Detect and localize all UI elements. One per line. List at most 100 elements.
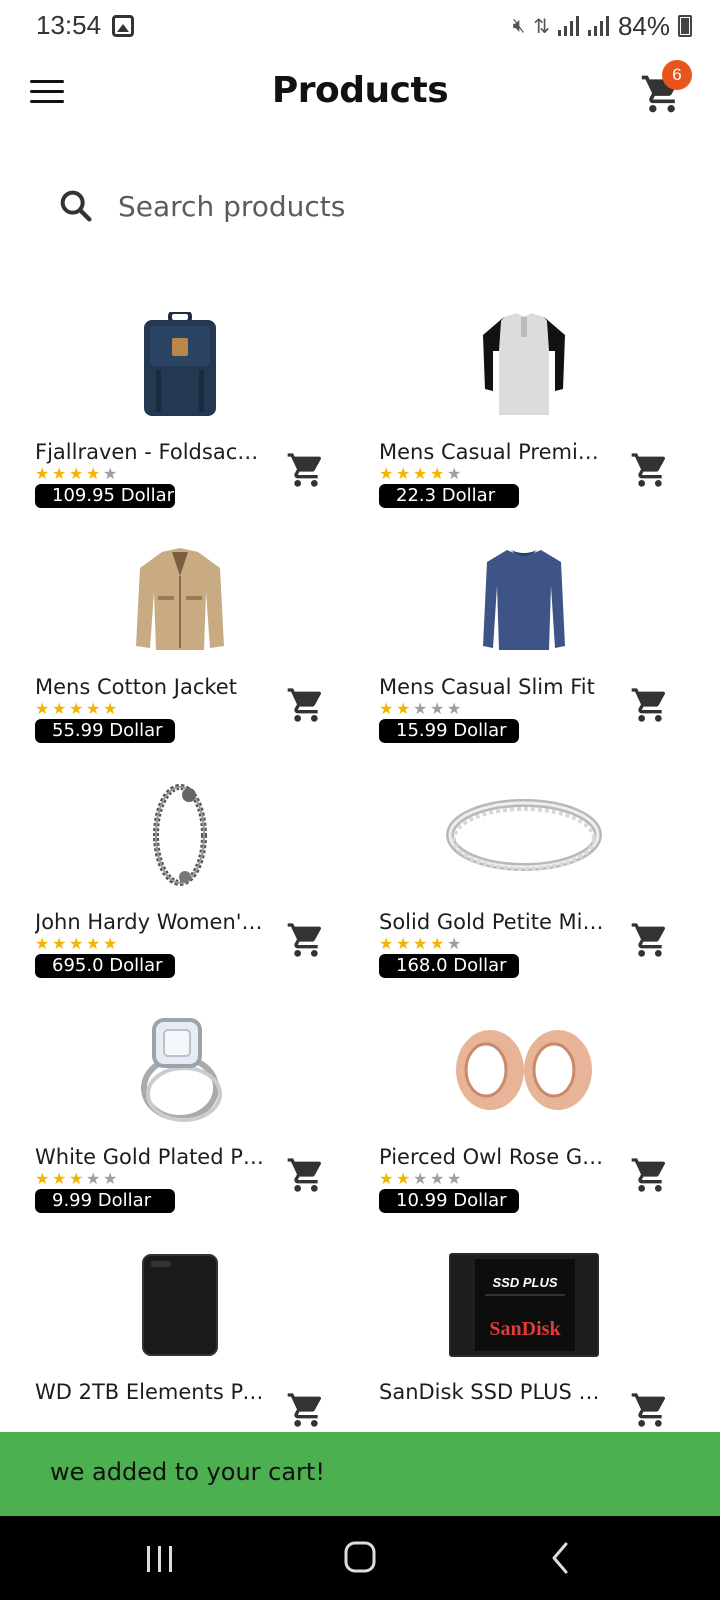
product-image-ssd[interactable]: SSD PLUS SanDisk (374, 1240, 674, 1370)
search-icon (60, 190, 92, 222)
star-icon: ★ (396, 934, 411, 953)
add-to-cart-icon (631, 1393, 666, 1427)
signal-icon-2 (587, 16, 609, 36)
product-image-backpack[interactable] (30, 300, 330, 430)
star-icon: ★ (69, 934, 84, 953)
product-card[interactable]: Mens Cotton Jacket ★ ★ ★ ★ ★ 55.99 Dollar (0, 535, 344, 765)
add-to-cart-button[interactable] (630, 1390, 670, 1430)
star-icon: ★ (396, 1169, 411, 1188)
snackbar-message: we added to your cart! (50, 1458, 325, 1486)
star-icon: ★ (103, 699, 118, 718)
status-icons: 🔇︎ ⇅ 84% (513, 10, 692, 42)
add-to-cart-button[interactable] (630, 920, 670, 960)
product-rating: ★ ★ ★ ★ ★ (379, 936, 463, 952)
product-image-ring[interactable] (374, 770, 674, 900)
star-icon: ★ (35, 699, 50, 718)
product-price: 695.0 Dollar (35, 954, 175, 978)
product-rating: ★ ★ ★ ★ ★ (35, 1171, 119, 1187)
product-card[interactable]: Fjallraven - Foldsac… ★ ★ ★ ★ ★ 109.95 Dollar (0, 300, 344, 530)
gallery-notification-icon (112, 15, 134, 37)
product-image-longsleeve[interactable] (374, 535, 674, 665)
add-to-cart-button[interactable] (630, 450, 670, 490)
product-card[interactable]: Pierced Owl Rose G… ★ ★ ★ ★ ★ 10.99 Dollar (344, 1005, 688, 1235)
product-price: 168.0 Dollar (379, 954, 519, 978)
recents-icon (147, 1546, 172, 1572)
product-price: 10.99 Dollar (379, 1189, 519, 1213)
star-icon: ★ (413, 934, 428, 953)
star-icon: ★ (430, 464, 445, 483)
add-to-cart-button[interactable] (630, 685, 670, 725)
product-image-jacket[interactable] (30, 535, 330, 665)
product-card[interactable]: John Hardy Women'… ★ ★ ★ ★ ★ 695.0 Dollar (0, 770, 344, 1000)
product-rating: ★ ★ ★ ★ ★ (379, 701, 463, 717)
star-icon: ★ (413, 464, 428, 483)
product-price: 55.99 Dollar (35, 719, 175, 743)
star-icon: ★ (430, 1169, 445, 1188)
product-name: SanDisk SSD PLUS 1T… (379, 1380, 609, 1404)
add-to-cart-icon (631, 923, 666, 957)
app-bar: Products 6 (0, 52, 720, 136)
add-to-cart-button[interactable] (286, 920, 326, 960)
add-to-cart-icon (287, 1393, 322, 1427)
product-image-engagement-ring[interactable] (30, 1005, 330, 1135)
star-icon: ★ (396, 464, 411, 483)
star-icon: ★ (69, 1169, 84, 1188)
product-name: John Hardy Women'… (35, 910, 263, 934)
home-icon (344, 1541, 376, 1573)
product-price: 109.95 Dollar (35, 484, 175, 508)
add-to-cart-icon (631, 688, 666, 722)
star-icon: ★ (430, 699, 445, 718)
star-icon: ★ (103, 464, 118, 483)
star-icon: ★ (86, 934, 101, 953)
snackbar: we added to your cart! (0, 1432, 720, 1516)
star-icon: ★ (69, 699, 84, 718)
star-icon: ★ (52, 1169, 67, 1188)
signal-icon (557, 16, 579, 36)
star-icon: ★ (35, 934, 50, 953)
star-icon: ★ (52, 934, 67, 953)
product-rating: ★ ★ ★ ★ ★ (35, 936, 119, 952)
product-card[interactable]: Mens Casual Slim Fit ★ ★ ★ ★ ★ 15.99 Dollar (344, 535, 688, 765)
data-icon: ⇅ (533, 15, 550, 38)
product-image-hard-drive[interactable] (30, 1240, 330, 1370)
add-to-cart-button[interactable] (286, 1155, 326, 1195)
product-name: Pierced Owl Rose G… (379, 1145, 604, 1169)
product-card[interactable]: Mens Casual Premi… ★ ★ ★ ★ ★ 22.3 Dollar (344, 300, 688, 530)
battery-percent: 84% (617, 10, 670, 41)
star-icon: ★ (430, 934, 445, 953)
star-icon: ★ (379, 699, 394, 718)
star-icon: ★ (379, 1169, 394, 1188)
product-card[interactable]: White Gold Plated P… ★ ★ ★ ★ ★ 9.99 Dollar (0, 1005, 344, 1235)
back-button[interactable] (530, 1538, 590, 1578)
star-icon: ★ (52, 464, 67, 483)
product-name: Mens Casual Premi… (379, 440, 599, 464)
product-image-bracelet[interactable] (30, 770, 330, 900)
ssd-image-brand: SanDisk (489, 1318, 561, 1340)
product-rating: ★ ★ ★ ★ ★ (379, 1171, 463, 1187)
add-to-cart-icon (631, 1158, 666, 1192)
recents-button[interactable] (130, 1538, 190, 1578)
product-name: Mens Casual Slim Fit (379, 675, 595, 699)
mute-icon: 🔇︎ (512, 14, 526, 37)
star-icon: ★ (413, 1169, 428, 1188)
status-time: 13:54 (36, 10, 102, 40)
home-button[interactable] (330, 1538, 390, 1578)
product-rating: ★ ★ ★ ★ ★ (35, 701, 119, 717)
product-price: 9.99 Dollar (35, 1189, 175, 1213)
product-image-plugs[interactable] (374, 1005, 674, 1135)
add-to-cart-button[interactable] (630, 1155, 670, 1195)
product-rating: ★ ★ ★ ★ ★ (35, 466, 119, 482)
add-to-cart-button[interactable] (286, 685, 326, 725)
star-icon: ★ (69, 464, 84, 483)
add-to-cart-button[interactable] (286, 1390, 326, 1430)
add-to-cart-icon (287, 688, 322, 722)
search-input[interactable] (118, 189, 618, 223)
product-name: WD 2TB Elements Po… (35, 1380, 265, 1404)
product-card[interactable]: Solid Gold Petite Mi… ★ ★ ★ ★ ★ 168.0 Dollar (344, 770, 688, 1000)
ssd-image-title: SSD PLUS (492, 1275, 557, 1290)
add-to-cart-icon (631, 453, 666, 487)
product-image-tshirt[interactable] (374, 300, 674, 430)
add-to-cart-button[interactable] (286, 450, 326, 490)
product-name: Fjallraven - Foldsac… (35, 440, 259, 464)
star-icon: ★ (413, 699, 428, 718)
